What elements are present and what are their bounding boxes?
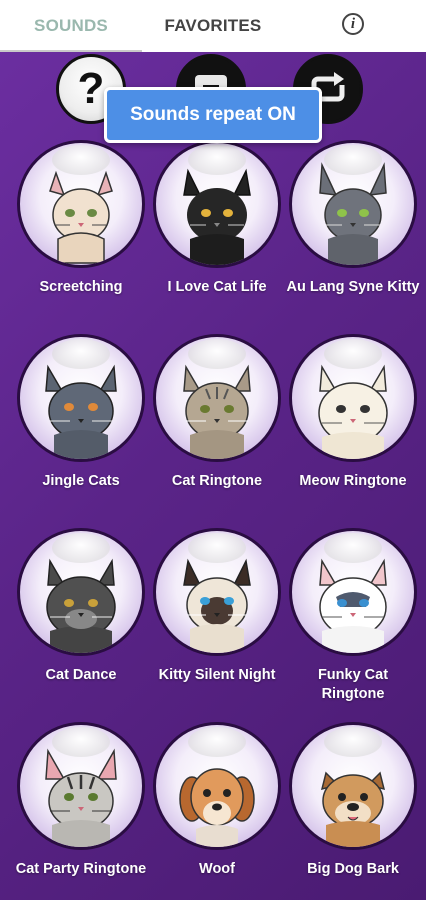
sound-button[interactable] [153, 334, 281, 462]
fluffy-white-cat-icon [318, 364, 388, 459]
tab-sounds[interactable]: SOUNDS [0, 0, 142, 52]
sound-button[interactable] [289, 140, 417, 268]
sound-button[interactable] [153, 140, 281, 268]
sound-button[interactable] [289, 722, 417, 850]
sound-label: Cat Ringtone [171, 473, 263, 489]
cream-cat-icon [49, 170, 113, 264]
ragdoll-cat-icon [319, 558, 387, 653]
sound-label: Kitty Silent Night [158, 667, 276, 683]
sound-label: Woof [199, 861, 235, 877]
sound-button[interactable] [17, 722, 145, 850]
sound-label: Funky Cat Ringtone [317, 667, 389, 702]
sound-label: I Love Cat Life [167, 279, 267, 295]
sound-button[interactable] [289, 528, 417, 656]
bulldog-icon [320, 771, 386, 847]
dark-fluffy-cat-icon [46, 558, 116, 653]
tab-bar: SOUNDS FAVORITES i [0, 0, 426, 52]
sound-board: ? Sounds repeat ON Screetching I Love Ca… [0, 52, 426, 900]
sound-button[interactable] [153, 528, 281, 656]
sound-button[interactable] [289, 334, 417, 462]
info-icon[interactable]: i [342, 13, 364, 35]
siamese-cat-icon [183, 558, 251, 653]
sound-label: Big Dog Bark [307, 861, 399, 877]
tab-info[interactable]: i [284, 0, 426, 52]
repeat-status-toast: Sounds repeat ON [104, 87, 322, 143]
striped-cat-icon [45, 748, 117, 847]
sound-label: Screetching [39, 279, 123, 295]
tabby-cat-icon [183, 364, 251, 459]
sound-button[interactable] [17, 528, 145, 656]
sound-label: Cat Dance [45, 667, 117, 683]
sound-button[interactable] [17, 140, 145, 268]
blue-gray-cat-icon [45, 364, 117, 459]
sound-label: Jingle Cats [42, 473, 120, 489]
sound-button[interactable] [17, 334, 145, 462]
black-cat-icon [183, 168, 251, 265]
sound-label: Meow Ringtone [299, 473, 407, 489]
sound-button[interactable] [153, 722, 281, 850]
gray-cat-icon [319, 162, 387, 265]
beagle-dog-icon [179, 768, 255, 847]
sound-label: Au Lang Syne Kitty [286, 279, 420, 295]
tab-favorites[interactable]: FAVORITES [142, 0, 284, 52]
sound-label: Cat Party Ringtone [15, 861, 147, 877]
